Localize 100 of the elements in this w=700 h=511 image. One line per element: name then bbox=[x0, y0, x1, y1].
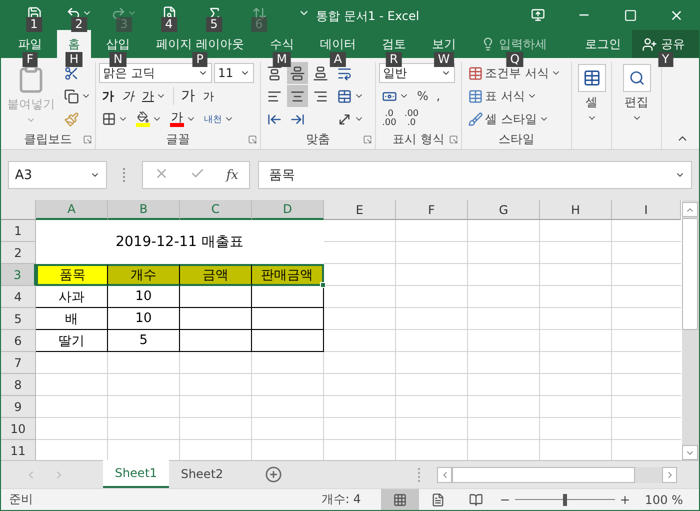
table-cell: 5 bbox=[108, 330, 180, 352]
column-header[interactable]: D bbox=[252, 200, 324, 220]
table-cell: 사과 bbox=[36, 286, 108, 308]
keytip-tooltip: 4 bbox=[161, 17, 177, 32]
vertical-scrollbar[interactable] bbox=[682, 200, 699, 460]
keytip-tooltip: R bbox=[386, 52, 402, 67]
increase-decimal-button[interactable]: .0 .00 bbox=[379, 108, 400, 130]
style-button[interactable]: 표 서식 bbox=[465, 85, 568, 107]
paint-bucket-icon bbox=[137, 111, 149, 123]
table-cell bbox=[252, 330, 324, 352]
editing-button[interactable]: 편집 bbox=[615, 62, 658, 125]
table-cell bbox=[180, 308, 252, 330]
group-label: 표시 형식 bbox=[392, 131, 444, 148]
fill-handle[interactable] bbox=[320, 282, 326, 288]
scroll-left-button[interactable] bbox=[437, 466, 452, 482]
scroll-down-button[interactable] bbox=[682, 445, 698, 460]
search-icon bbox=[628, 70, 644, 86]
table-cell: 10 bbox=[108, 286, 180, 308]
sign-in-link[interactable]: 로그인 bbox=[578, 30, 627, 58]
keytip-tooltip: 2 bbox=[71, 17, 87, 32]
horizontal-align-button[interactable] bbox=[287, 85, 308, 107]
table-cell bbox=[180, 286, 252, 308]
merge-icon bbox=[337, 88, 352, 104]
row-header[interactable]: 1 bbox=[1, 220, 36, 242]
number-format-field[interactable]: 일반 bbox=[379, 63, 455, 83]
percent-button[interactable]: % bbox=[414, 85, 432, 107]
tell-me-field[interactable]: 입력하세 bbox=[498, 37, 559, 51]
column-header[interactable]: I bbox=[612, 200, 681, 220]
column-header[interactable]: A bbox=[36, 200, 108, 220]
ribbon-display-icon bbox=[531, 8, 545, 22]
column-header[interactable]: H bbox=[540, 200, 612, 220]
decrease-decimal-button[interactable]: .00 .0 bbox=[401, 108, 422, 130]
font-size-field[interactable]: 11 bbox=[214, 63, 254, 83]
name-box[interactable]: A3 bbox=[8, 161, 107, 189]
keytip-tooltip: A bbox=[330, 52, 346, 67]
table-cell: 개수 bbox=[108, 264, 180, 286]
copy-icon bbox=[64, 88, 79, 104]
row-header[interactable]: 11 bbox=[1, 440, 36, 460]
column-header[interactable]: B bbox=[108, 200, 180, 220]
maximize-icon bbox=[624, 8, 636, 22]
style-button[interactable]: 셀 스타일 bbox=[465, 108, 568, 130]
grow-font-button[interactable]: 가 bbox=[178, 85, 198, 107]
table-cell bbox=[252, 286, 324, 308]
launcher-icon bbox=[83, 135, 92, 144]
align-left-icon bbox=[267, 88, 282, 104]
keytip-tooltip: P bbox=[192, 52, 208, 67]
sheet-tab[interactable]: Sheet1 bbox=[103, 460, 169, 488]
table-cell: 판매금액 bbox=[252, 264, 324, 286]
scroll-up-button[interactable] bbox=[682, 202, 698, 217]
column-header[interactable]: E bbox=[324, 200, 396, 220]
underline-button[interactable]: 가 bbox=[139, 85, 169, 107]
group-label: 스타일 bbox=[498, 131, 534, 148]
table-cell: 10 bbox=[108, 308, 180, 330]
launcher-icon bbox=[248, 135, 257, 144]
row-header[interactable]: 4 bbox=[1, 286, 36, 308]
table-icon bbox=[582, 69, 600, 87]
row-header[interactable]: 8 bbox=[1, 374, 36, 396]
keytip-tooltip: W bbox=[434, 52, 454, 67]
table-cell: 금액 bbox=[180, 264, 252, 286]
keytip-tooltip: N bbox=[110, 52, 126, 67]
italic-button[interactable]: 가 bbox=[119, 85, 137, 107]
color-swatch bbox=[136, 123, 150, 127]
row-header[interactable]: 2 bbox=[1, 242, 36, 264]
table-cell bbox=[252, 308, 324, 330]
keytip-tooltip: Q bbox=[506, 52, 524, 67]
page-icon bbox=[430, 492, 445, 506]
scrollbar-thumb[interactable] bbox=[682, 218, 698, 330]
row-header[interactable]: 10 bbox=[1, 418, 36, 440]
window-title: 통합 문서1 - Excel bbox=[316, 8, 420, 25]
launcher-icon bbox=[363, 135, 372, 144]
status-text: 준비 bbox=[9, 491, 33, 508]
row-header[interactable]: 7 bbox=[1, 352, 36, 374]
row-header[interactable]: 9 bbox=[1, 396, 36, 418]
insert-function-button[interactable]: fx bbox=[224, 168, 240, 182]
phonetic-button[interactable]: 내천 bbox=[201, 108, 237, 130]
view-button[interactable] bbox=[380, 488, 419, 510]
scrollbar-thumb[interactable] bbox=[452, 466, 635, 482]
bold-button[interactable]: 가 bbox=[99, 85, 117, 107]
column-header[interactable]: C bbox=[180, 200, 252, 220]
row-header[interactable]: 3 bbox=[1, 264, 36, 286]
cells-button[interactable]: 셀 bbox=[575, 62, 608, 125]
indent-increase-icon bbox=[290, 112, 305, 126]
zoom-thumb[interactable] bbox=[562, 494, 567, 506]
align-center-icon bbox=[290, 88, 305, 104]
column-header[interactable]: F bbox=[396, 200, 468, 220]
row-header[interactable]: 6 bbox=[1, 330, 36, 352]
keytip-tooltip: 5 bbox=[206, 17, 222, 32]
vertical-align-button[interactable] bbox=[287, 62, 308, 84]
formula-field[interactable]: 품목 bbox=[258, 161, 692, 189]
plus-icon bbox=[618, 494, 631, 506]
shrink-font-button[interactable]: 가 bbox=[200, 85, 217, 107]
conditional-format-icon bbox=[468, 66, 483, 80]
comma-button[interactable]: , bbox=[433, 85, 444, 107]
color-swatch bbox=[170, 123, 184, 127]
font-color-button[interactable]: 가 bbox=[167, 108, 199, 130]
sheet-tab[interactable]: Sheet2 bbox=[169, 460, 235, 488]
scroll-right-button[interactable] bbox=[662, 466, 677, 482]
row-header[interactable]: 5 bbox=[1, 308, 36, 330]
column-header[interactable]: G bbox=[468, 200, 540, 220]
font-name-field[interactable]: 맑은 고딕 bbox=[99, 63, 212, 83]
